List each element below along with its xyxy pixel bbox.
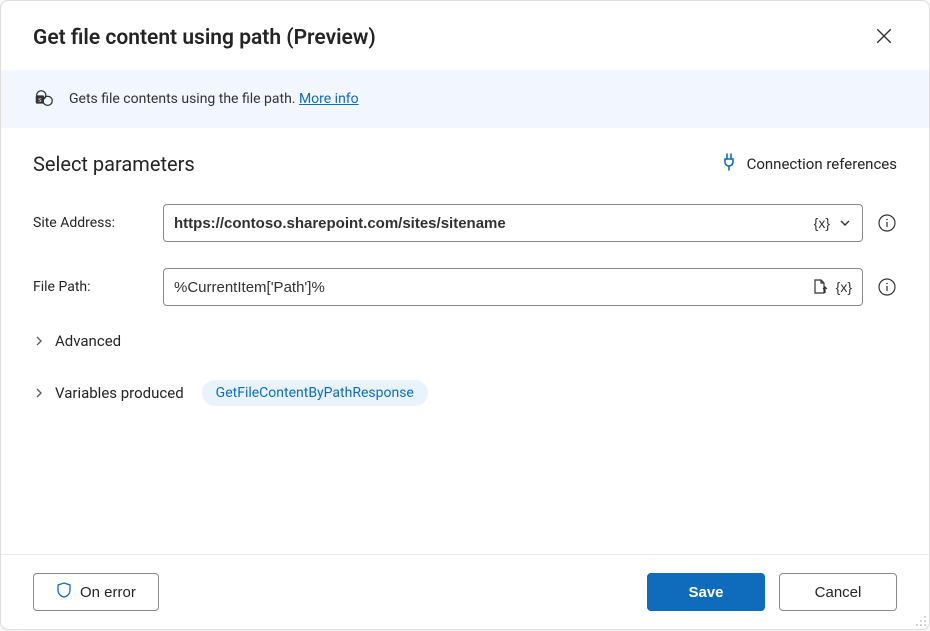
variables-produced-label: Variables produced	[55, 384, 184, 402]
param-row-site-address: Site Address: {x}	[33, 204, 897, 242]
save-label: Save	[688, 584, 723, 601]
cancel-button[interactable]: Cancel	[779, 573, 897, 611]
file-path-input-wrap[interactable]: {x}	[163, 268, 863, 306]
dialog-header: Get file content using path (Preview)	[1, 1, 929, 70]
advanced-expander[interactable]: Advanced	[33, 332, 897, 350]
cancel-label: Cancel	[815, 584, 862, 601]
file-path-input[interactable]	[174, 279, 804, 296]
sharepoint-icon: S	[33, 88, 55, 110]
svg-text:S: S	[38, 97, 42, 104]
close-icon	[875, 27, 893, 48]
footer-right: Save Cancel	[647, 573, 897, 611]
dialog-content: Select parameters Connection references …	[1, 128, 929, 554]
connection-references-label: Connection references	[747, 155, 897, 173]
info-banner-text: Gets file contents using the file path. …	[69, 91, 359, 107]
info-banner: S Gets file contents using the file path…	[1, 70, 929, 128]
close-button[interactable]	[871, 23, 897, 52]
dialog: Get file content using path (Preview) S …	[0, 0, 930, 630]
info-icon[interactable]	[877, 213, 897, 233]
file-path-label: File Path:	[33, 279, 163, 295]
info-banner-desc: Gets file contents using the file path.	[69, 91, 299, 107]
more-info-link[interactable]: More info	[299, 91, 359, 107]
resize-grip-icon[interactable]	[913, 613, 927, 627]
site-address-input-wrap[interactable]: {x}	[163, 204, 863, 242]
dialog-title: Get file content using path (Preview)	[33, 26, 376, 50]
on-error-button[interactable]: On error	[33, 573, 159, 611]
section-header: Select parameters Connection references	[33, 152, 897, 176]
section-title: Select parameters	[33, 152, 195, 176]
dialog-footer: On error Save Cancel	[1, 554, 929, 629]
chevron-down-icon[interactable]	[838, 216, 852, 230]
on-error-label: On error	[80, 584, 136, 601]
variable-picker-icon[interactable]: {x}	[836, 279, 852, 295]
advanced-label: Advanced	[55, 332, 121, 350]
shield-icon	[56, 582, 72, 602]
variable-pill[interactable]: GetFileContentByPathResponse	[202, 380, 428, 406]
site-address-input[interactable]	[174, 215, 806, 232]
site-address-label: Site Address:	[33, 215, 163, 231]
chevron-right-icon	[33, 335, 45, 347]
param-row-file-path: File Path: {x}	[33, 268, 897, 306]
variable-picker-icon[interactable]: {x}	[814, 215, 830, 231]
connection-references-link[interactable]: Connection references	[721, 153, 897, 175]
variables-produced-expander[interactable]: Variables produced GetFileContentByPathR…	[33, 380, 897, 406]
info-icon[interactable]	[877, 277, 897, 297]
file-picker-icon[interactable]	[812, 278, 828, 296]
plug-icon	[721, 153, 737, 175]
save-button[interactable]: Save	[647, 573, 765, 611]
chevron-right-icon	[33, 387, 45, 399]
